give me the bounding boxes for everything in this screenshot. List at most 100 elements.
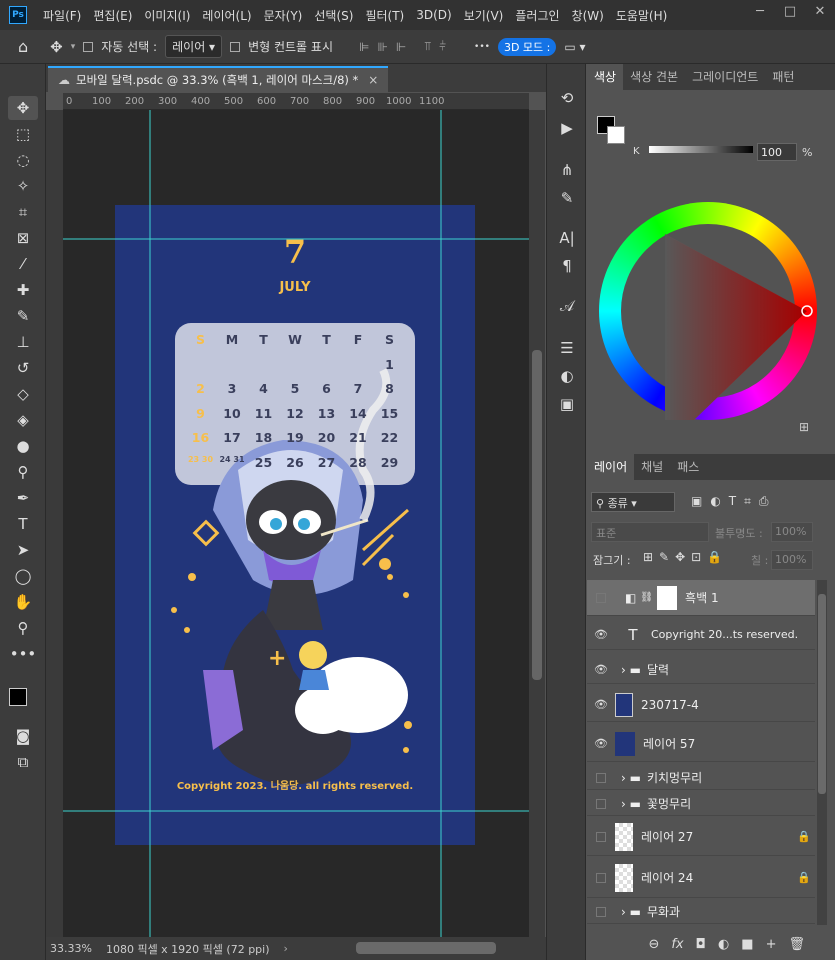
move-tool-icon[interactable]: ✥ xyxy=(50,38,63,56)
new-group-icon[interactable]: ■ xyxy=(741,937,753,952)
transform-checkbox[interactable] xyxy=(230,41,241,52)
adjustment-layer-icon[interactable]: ◐ xyxy=(718,937,729,952)
blend-mode-dropdown[interactable]: 표준 xyxy=(591,522,709,542)
add-mask-icon[interactable]: ◘ xyxy=(696,937,706,952)
character-icon[interactable]: A| xyxy=(555,226,579,250)
foreground-color-swatch[interactable] xyxy=(9,688,27,706)
autoselect-checkbox[interactable] xyxy=(83,41,94,52)
path-select-icon[interactable]: ➤ xyxy=(8,538,38,562)
tab-layers[interactable]: 레이어 xyxy=(587,454,635,480)
brush-icon[interactable]: ✎ xyxy=(555,186,579,210)
visibility-toggle[interactable] xyxy=(596,772,606,783)
minimize-button[interactable]: ─ xyxy=(745,0,775,24)
layer-row[interactable]: 👁 레이어 57 xyxy=(587,726,815,762)
3d-mode-label[interactable]: 3D 모드 : xyxy=(497,37,557,56)
more-options-icon[interactable]: ••• xyxy=(474,42,490,52)
type-tool-icon[interactable]: T xyxy=(8,512,38,536)
menu-layer[interactable]: 레이어(L) xyxy=(196,7,257,24)
play-actions-icon[interactable]: ▶ xyxy=(555,116,579,140)
align-right-icon[interactable]: ⊩ xyxy=(396,40,406,54)
eye-icon[interactable]: 👁 xyxy=(587,628,615,641)
layer-row[interactable]: 👁 › ▬ 달력 xyxy=(587,656,815,684)
opacity-input[interactable]: 100% xyxy=(771,522,813,542)
home-icon[interactable]: ⌂ xyxy=(18,37,28,56)
background-swatch[interactable] xyxy=(607,126,625,144)
eraser-tool-icon[interactable]: ◇ xyxy=(8,382,38,406)
tab-swatches[interactable]: 색상 견본 xyxy=(623,64,685,90)
adjustments-icon[interactable]: ☰ xyxy=(555,336,579,360)
libraries-icon[interactable]: ▣ xyxy=(555,392,579,416)
eye-icon[interactable]: 👁 xyxy=(587,698,615,711)
blur-tool-icon[interactable]: ● xyxy=(8,434,38,458)
menu-file[interactable]: 파일(F) xyxy=(37,7,87,24)
workspace-icon[interactable]: ▭ ▾ xyxy=(564,40,585,54)
new-layer-icon[interactable]: + xyxy=(766,937,777,952)
lasso-tool-icon[interactable]: ◌ xyxy=(8,148,38,172)
layer-row[interactable]: 👁 T Copyright 20...ts reserved. xyxy=(587,620,815,650)
menu-help[interactable]: 도움말(H) xyxy=(610,7,674,24)
menu-plugins[interactable]: 플러그인 xyxy=(509,7,565,24)
scroll-thumb[interactable] xyxy=(532,350,542,680)
chevron-right-icon[interactable]: › xyxy=(284,942,288,955)
visibility-toggle[interactable] xyxy=(596,872,606,883)
marquee-tool-icon[interactable]: ⬚ xyxy=(8,122,38,146)
menu-select[interactable]: 선택(S) xyxy=(308,7,359,24)
visibility-toggle[interactable] xyxy=(596,592,606,603)
document-tab[interactable]: ☁ 모바일 달력.psdc @ 33.3% (흑백 1, 레이어 마스크/8) … xyxy=(48,66,388,92)
visibility-toggle[interactable] xyxy=(596,831,606,842)
delete-layer-icon[interactable]: 🗑 xyxy=(788,937,805,952)
screen-mode-icon[interactable]: ⧉ xyxy=(8,750,38,774)
maximize-button[interactable]: □ xyxy=(775,0,805,24)
vertical-scrollbar[interactable] xyxy=(529,110,545,937)
fill-input[interactable]: 100% xyxy=(771,550,813,570)
paragraph-icon[interactable]: ¶ xyxy=(555,254,579,278)
fx-icon[interactable]: fx xyxy=(671,937,683,952)
pen-tool-icon[interactable]: ✒ xyxy=(8,486,38,510)
eye-icon[interactable]: 👁 xyxy=(587,737,615,750)
menu-window[interactable]: 창(W) xyxy=(566,7,610,24)
properties-icon[interactable]: ◐ xyxy=(555,364,579,388)
healing-brush-icon[interactable]: ✚ xyxy=(8,278,38,302)
tab-gradients[interactable]: 그레이디언트 xyxy=(685,64,765,90)
move-tool-icon[interactable]: ✥ xyxy=(8,96,38,120)
autoselect-dropdown[interactable]: 레이어 ▾ xyxy=(165,35,223,58)
zoom-tool-icon[interactable]: ⚲ xyxy=(8,616,38,640)
layer-row[interactable]: › ▬ 무화과 xyxy=(587,900,815,924)
link-layers-icon[interactable]: ⊖ xyxy=(648,937,659,952)
brush-tool-icon[interactable]: ✎ xyxy=(8,304,38,328)
tab-color[interactable]: 색상 xyxy=(587,64,624,90)
ellipse-tool-icon[interactable]: ◯ xyxy=(8,564,38,588)
menu-view[interactable]: 보기(V) xyxy=(458,7,510,24)
history-brush-icon[interactable]: ↺ xyxy=(8,356,38,380)
align-top-icon[interactable]: ⫪ xyxy=(424,39,431,54)
history-icon[interactable]: ⟲ xyxy=(555,86,579,110)
layers-scrollbar[interactable] xyxy=(817,580,827,925)
menu-3d[interactable]: 3D(D) xyxy=(410,8,457,22)
hand-tool-icon[interactable]: ✋ xyxy=(8,590,38,614)
filter-icons[interactable]: ▣◐T⌗⎙ xyxy=(691,494,777,509)
close-tab-button[interactable]: × xyxy=(368,73,378,87)
layer-row[interactable]: ◧ ⛓ 흑백 1 xyxy=(587,580,815,616)
k-slider[interactable] xyxy=(649,146,753,153)
align-middle-icon[interactable]: ⫩ xyxy=(439,39,446,54)
visibility-toggle[interactable] xyxy=(596,906,606,917)
close-window-button[interactable]: ✕ xyxy=(805,0,835,24)
tab-patterns[interactable]: 패턴 xyxy=(765,64,801,90)
expand-icon[interactable]: ⊞ xyxy=(799,420,809,434)
lock-icons[interactable]: ⊞✎✥⊡🔒 xyxy=(643,550,728,564)
visibility-toggle[interactable] xyxy=(596,798,606,809)
frame-tool-icon[interactable]: ⊠ xyxy=(8,226,38,250)
menu-image[interactable]: 이미지(I) xyxy=(138,7,196,24)
layer-filter-dropdown[interactable]: ⚲ 종류 ▾ xyxy=(591,492,675,512)
menu-type[interactable]: 문자(Y) xyxy=(258,7,309,24)
brush-settings-icon[interactable]: ⋔ xyxy=(555,158,579,182)
h-scroll-thumb[interactable] xyxy=(356,942,496,954)
layer-row[interactable]: 레이어 27 🔒 xyxy=(587,818,815,856)
tab-paths[interactable]: 패스 xyxy=(670,454,706,480)
quick-mask-icon[interactable]: ◙ xyxy=(8,724,38,748)
stamp-tool-icon[interactable]: ⊥ xyxy=(8,330,38,354)
color-triangle[interactable] xyxy=(599,202,817,420)
layer-row[interactable]: › ▬ 키치멍무리 xyxy=(587,766,815,790)
menu-filter[interactable]: 필터(T) xyxy=(359,7,410,24)
layer-row[interactable]: › ▬ 꽃멍무리 xyxy=(587,792,815,816)
